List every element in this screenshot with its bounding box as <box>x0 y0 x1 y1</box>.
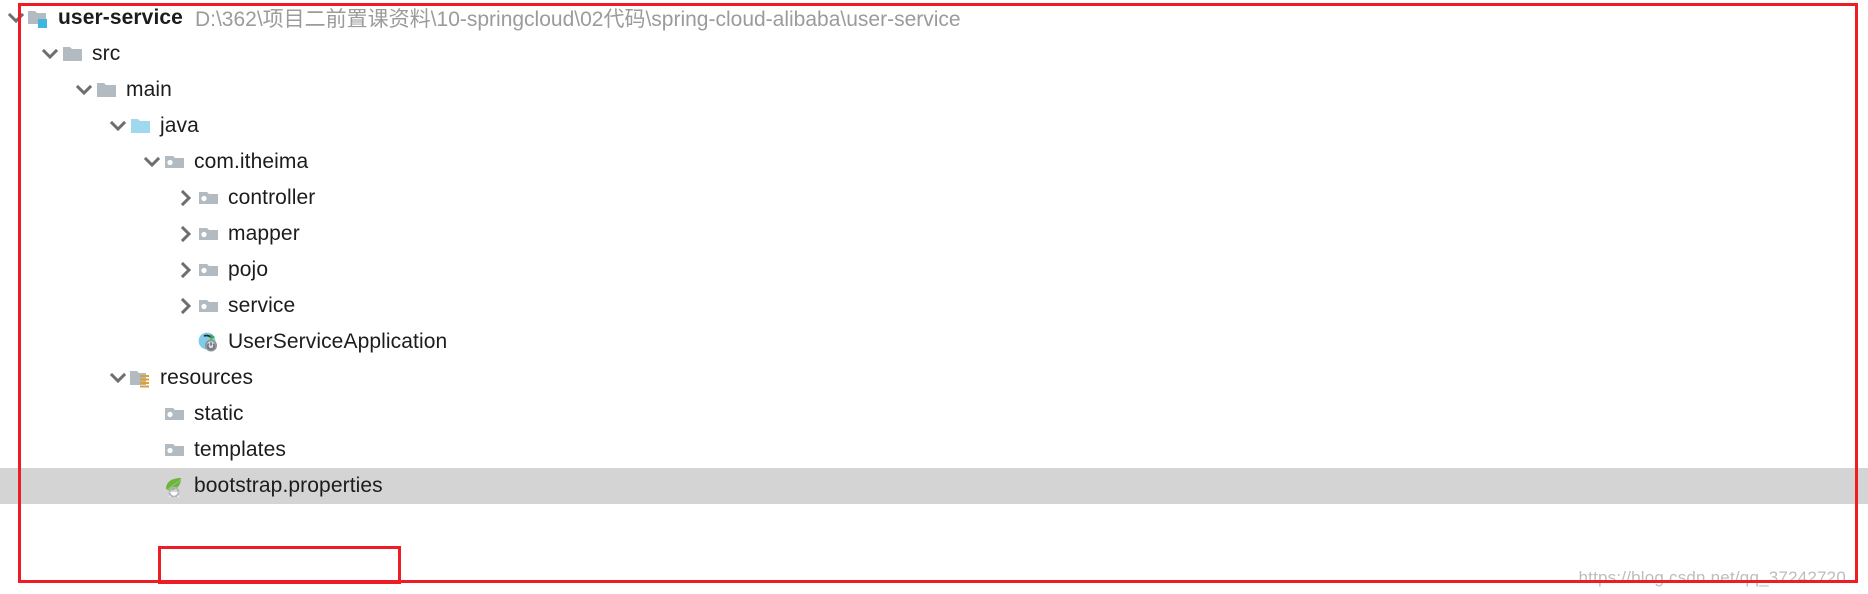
chevron-placeholder <box>141 439 163 461</box>
package-icon <box>197 187 221 209</box>
package-icon <box>163 439 187 461</box>
tree-row-controller[interactable]: controller <box>0 180 1868 216</box>
chevron-down-icon[interactable] <box>73 79 95 101</box>
chevron-down-icon[interactable] <box>107 115 129 137</box>
chevron-down-icon[interactable] <box>39 43 61 65</box>
project-path-text: D:\362\项目二前置课资料\10-springcloud\02代码\spri… <box>194 8 961 31</box>
tree-row-label: mapper <box>228 222 300 245</box>
chevron-down-icon[interactable] <box>141 151 163 173</box>
indent-spacer <box>0 378 107 379</box>
package-icon <box>163 403 187 425</box>
spring-boot-run-class-icon <box>197 331 221 353</box>
chevron-right-icon[interactable] <box>175 187 197 209</box>
indent-spacer <box>0 306 175 307</box>
tree-row-label: pojo <box>228 258 269 281</box>
screenshot-root: user-service D:\362\项目二前置课资料\10-springclo… <box>0 0 1868 594</box>
tree-row-user-service[interactable]: user-service D:\362\项目二前置课资料\10-springclo… <box>0 0 1868 36</box>
tree-row-service[interactable]: service <box>0 288 1868 324</box>
package-icon <box>163 151 187 173</box>
indent-spacer <box>0 234 175 235</box>
indent-spacer <box>0 162 141 163</box>
spring-properties-file-icon <box>163 475 187 497</box>
watermark-text: https://blog.csdn.net/qq_37242720 <box>1578 568 1846 587</box>
folder-icon <box>95 79 119 101</box>
indent-spacer <box>0 54 39 55</box>
resources-root-folder-icon <box>129 367 153 389</box>
tree-row-src[interactable]: src <box>0 36 1868 72</box>
chevron-down-icon[interactable] <box>107 367 129 389</box>
indent-spacer <box>0 414 141 415</box>
tree-row-com-itheima[interactable]: com.itheima <box>0 144 1868 180</box>
chevron-placeholder <box>141 403 163 425</box>
chevron-placeholder <box>141 475 163 497</box>
tree-row-pojo[interactable]: pojo <box>0 252 1868 288</box>
indent-spacer <box>0 486 141 487</box>
tree-row-label: bootstrap.properties <box>194 474 383 497</box>
indent-spacer <box>0 90 73 91</box>
tree-row-label: user-service <box>58 6 183 29</box>
package-icon <box>197 259 221 281</box>
source-root-folder-icon <box>129 115 153 137</box>
tree-row-label: main <box>126 78 172 101</box>
tree-row-label: service <box>228 294 296 317</box>
tree-row-label: resources <box>160 366 254 389</box>
tree-row-mapper[interactable]: mapper <box>0 216 1868 252</box>
indent-spacer <box>0 198 175 199</box>
tree-row-resources[interactable]: resources <box>0 360 1868 396</box>
tree-row-label: templates <box>194 438 286 461</box>
package-icon <box>197 295 221 317</box>
tree-row-label: controller <box>228 186 316 209</box>
tree-row-label: static <box>194 402 244 425</box>
tree-row-label: com.itheima <box>194 150 309 173</box>
indent-spacer <box>0 270 175 271</box>
chevron-right-icon[interactable] <box>175 259 197 281</box>
tree-row-main[interactable]: main <box>0 72 1868 108</box>
tree-row-label: src <box>92 42 121 65</box>
tree-row-static[interactable]: static <box>0 396 1868 432</box>
chevron-right-icon[interactable] <box>175 295 197 317</box>
package-icon <box>197 223 221 245</box>
indent-spacer <box>0 342 175 343</box>
indent-spacer <box>0 126 107 127</box>
project-tree[interactable]: user-service D:\362\项目二前置课资料\10-springclo… <box>0 0 1868 594</box>
tree-row-label: UserServiceApplication <box>228 330 448 353</box>
chevron-right-icon[interactable] <box>175 223 197 245</box>
indent-spacer <box>0 450 141 451</box>
folder-icon <box>61 43 85 65</box>
chevron-placeholder <box>175 331 197 353</box>
tree-row-java[interactable]: java <box>0 108 1868 144</box>
tree-row-userserviceapplication[interactable]: UserServiceApplication <box>0 324 1868 360</box>
tree-row-label: java <box>160 114 199 137</box>
tree-row-templates[interactable]: templates <box>0 432 1868 468</box>
tree-row-bootstrap-properties[interactable]: bootstrap.properties <box>0 468 1868 504</box>
chevron-down-icon[interactable] <box>5 7 27 29</box>
module-folder-icon <box>27 7 51 29</box>
